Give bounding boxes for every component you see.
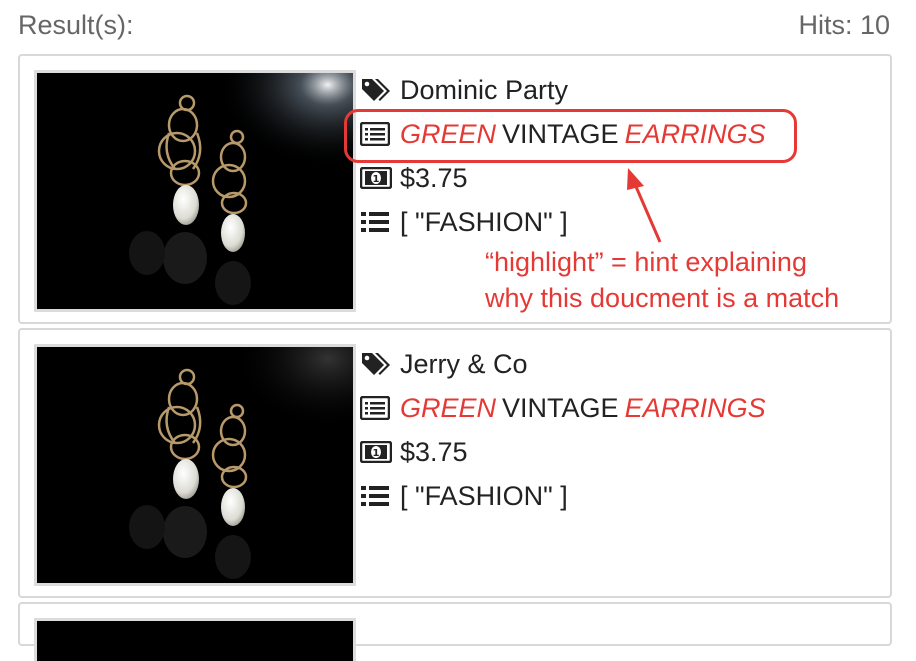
categories-value: [ "FASHION" ] [400,206,568,237]
title-text: VINTAGE [502,392,619,423]
product-image[interactable] [34,618,356,661]
callout-arrow-icon [627,168,662,243]
brand-row: Jerry & Co [360,346,528,382]
earrings-image [37,73,353,309]
categories-value: [ "FASHION" ] [400,480,568,511]
tags-icon [360,350,394,378]
highlight-callout-ring [344,109,797,163]
money-icon: 1 [360,164,394,192]
list-icon [360,482,394,510]
title-highlight: EARRINGS [624,392,766,423]
brand-name: Jerry & Co [400,348,528,379]
result-card[interactable]: Jerry & Co GREEN VINTAGE EARRINGS 1 $3.7… [18,328,892,598]
results-header: Result(s): Hits: 10 [18,10,890,50]
money-icon: 1 [360,438,394,466]
price-value: $3.75 [400,436,468,467]
product-image[interactable] [34,344,356,586]
svg-text:1: 1 [373,448,380,459]
title-highlight: GREEN [400,392,497,423]
list-icon [360,208,394,236]
list-alt-icon [360,394,394,422]
annotation-line: “highlight” = hint explaining [485,247,807,277]
results-label: Result(s): [18,10,134,40]
result-card[interactable] [18,602,892,661]
price-value: $3.75 [400,162,468,193]
earrings-image [37,347,353,583]
svg-text:1: 1 [373,174,380,185]
annotation-line: why this doucment is a match [485,283,840,313]
title-row: GREEN VINTAGE EARRINGS [360,390,766,426]
categories-row: [ "FASHION" ] [360,478,568,514]
price-row: 1 $3.75 [360,434,468,470]
product-image[interactable] [34,70,356,312]
hits-count: Hits: 10 [798,10,890,40]
price-row: 1 $3.75 [360,160,468,196]
categories-row: [ "FASHION" ] [360,204,568,240]
brand-row: Dominic Party [360,72,568,108]
tags-icon [360,76,394,104]
brand-name: Dominic Party [400,74,569,105]
highlight-annotation: “highlight” = hint explaining why this d… [485,244,905,316]
